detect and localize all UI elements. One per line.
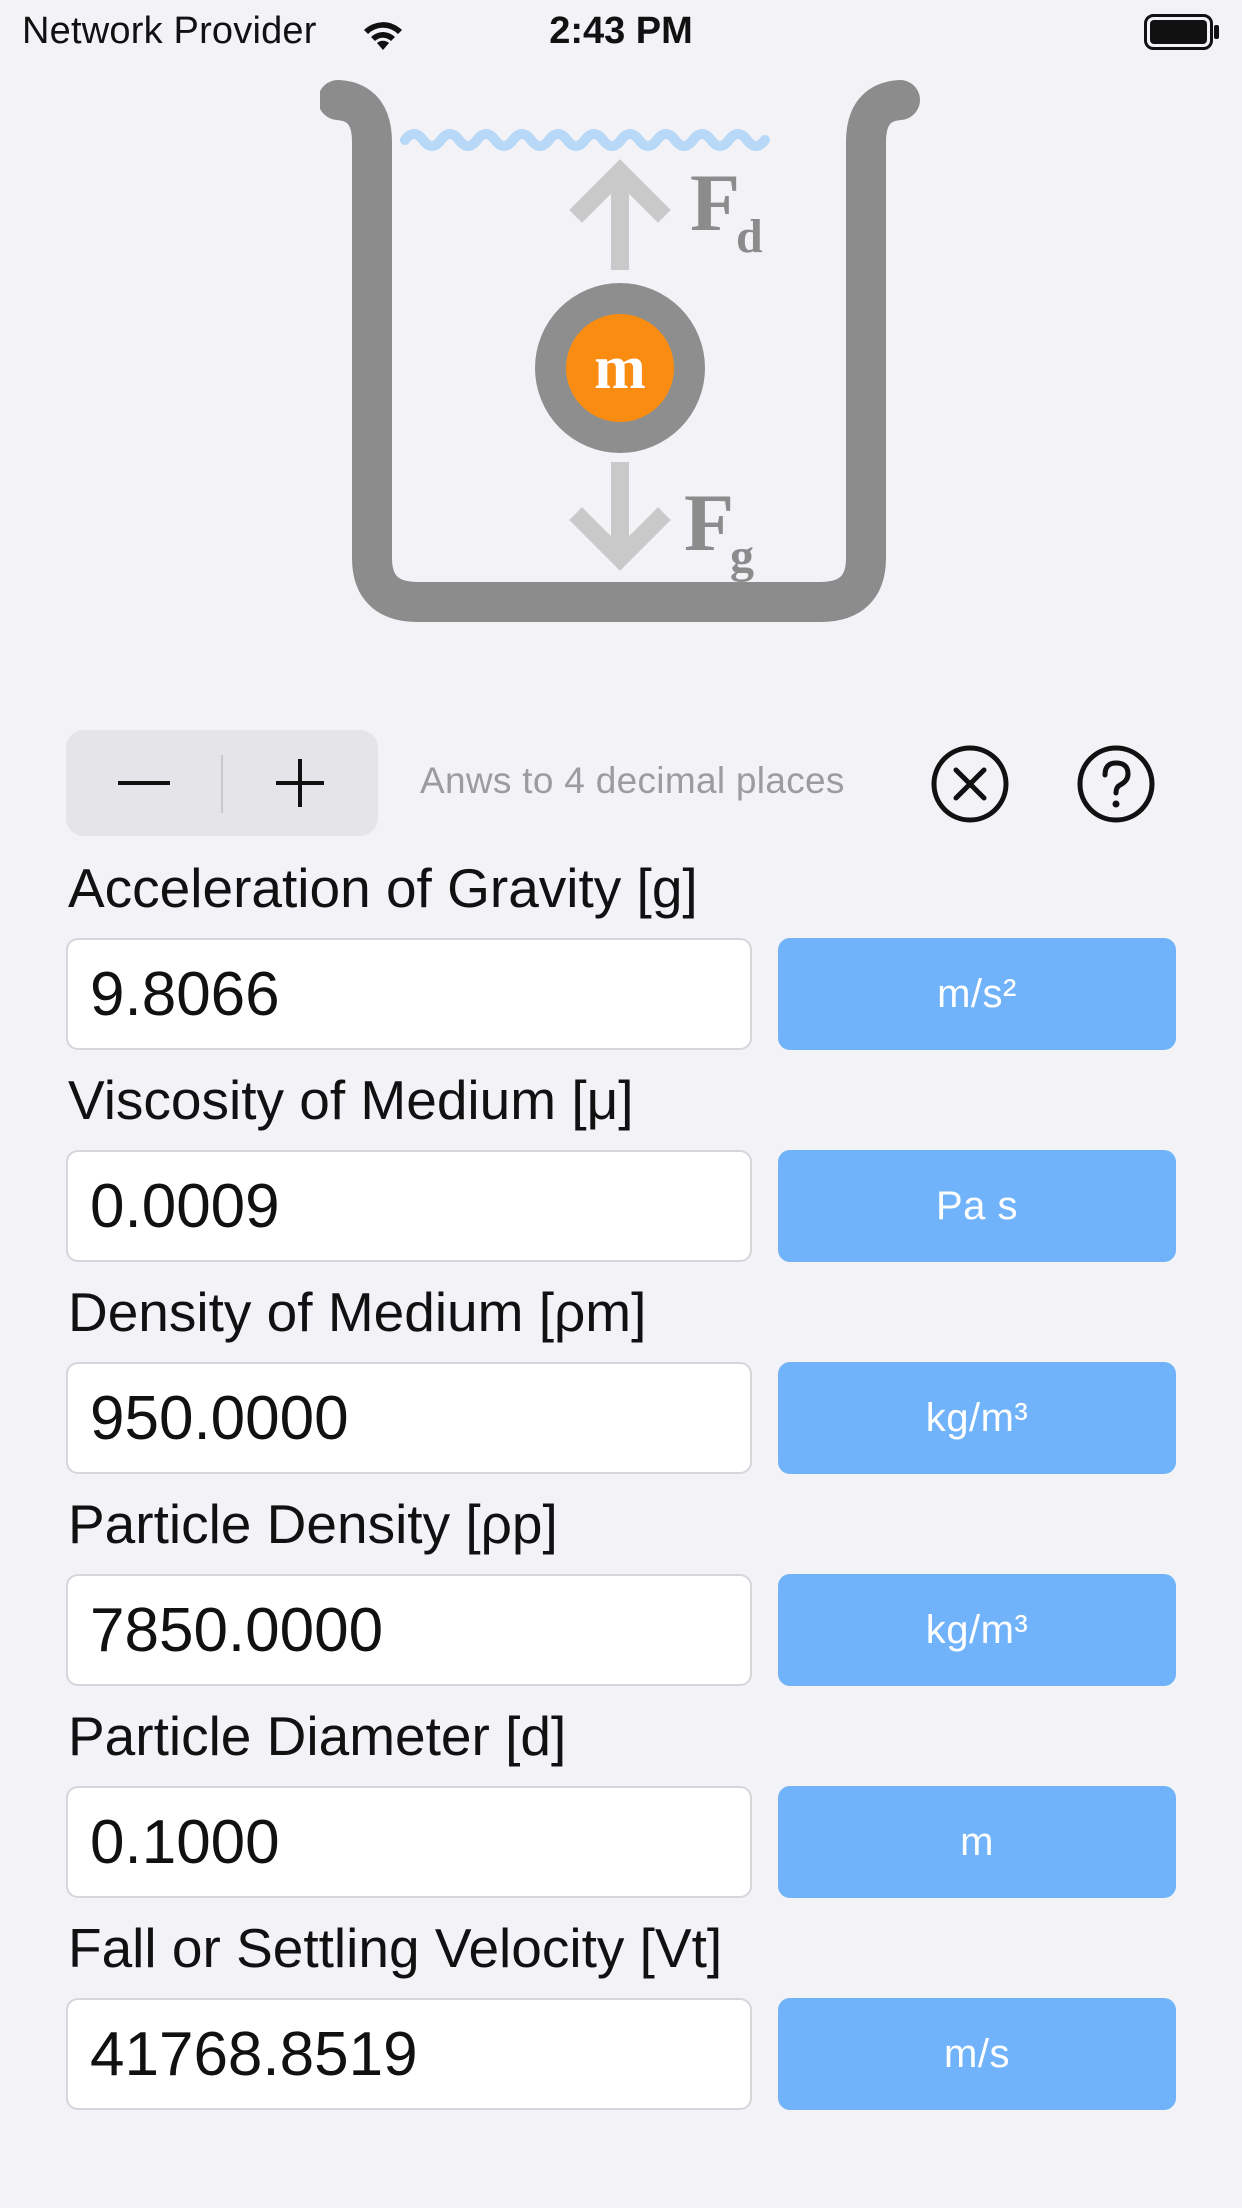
gravity-force-label: F bbox=[684, 477, 734, 568]
help-button[interactable] bbox=[1076, 744, 1156, 824]
settling-velocity-unit-button[interactable]: m/s bbox=[778, 1998, 1176, 2110]
increase-decimals-button[interactable] bbox=[222, 730, 378, 836]
question-circle-icon bbox=[1077, 745, 1155, 823]
decrease-decimals-button[interactable] bbox=[66, 730, 222, 836]
particle-diameter-unit-button[interactable]: m bbox=[778, 1786, 1176, 1898]
minus-icon bbox=[118, 781, 170, 785]
gravity-force-subscript: g bbox=[730, 530, 754, 583]
drag-force-subscript: d bbox=[736, 210, 763, 263]
settling-velocity-input[interactable] bbox=[66, 1998, 752, 2110]
particle-diameter-label: Particle Diameter [d] bbox=[68, 1705, 567, 1767]
mass-label: m bbox=[594, 334, 646, 402]
gravity-unit-button[interactable]: m/s² bbox=[778, 938, 1176, 1050]
plus-icon bbox=[276, 759, 324, 807]
status-bar: Network Provider 2:43 PM bbox=[0, 0, 1242, 66]
precision-text: Anws to 4 decimal places bbox=[420, 760, 845, 801]
medium-density-label: Density of Medium [ρm] bbox=[68, 1281, 647, 1343]
drag-force-arrow bbox=[569, 159, 671, 270]
gravity-input[interactable] bbox=[66, 938, 752, 1050]
viscosity-label: Viscosity of Medium [μ] bbox=[68, 1069, 634, 1131]
status-time: 2:43 PM bbox=[549, 10, 693, 52]
gravity-label: Acceleration of Gravity [g] bbox=[68, 857, 698, 919]
particle-density-label: Particle Density [ρp] bbox=[68, 1493, 558, 1555]
water-surface bbox=[400, 129, 770, 151]
circle-x-icon bbox=[931, 745, 1009, 823]
battery-icon bbox=[1144, 14, 1219, 50]
decimal-stepper bbox=[66, 730, 378, 836]
particle-density-input[interactable] bbox=[66, 1574, 752, 1686]
settling-velocity-label: Fall or Settling Velocity [Vt] bbox=[68, 1917, 723, 1979]
medium-density-input[interactable] bbox=[66, 1362, 752, 1474]
clear-button[interactable] bbox=[930, 744, 1010, 824]
viscosity-input[interactable] bbox=[66, 1150, 752, 1262]
particle-density-unit-button[interactable]: kg/m³ bbox=[778, 1574, 1176, 1686]
gravity-force-arrow bbox=[569, 462, 671, 571]
viscosity-unit-button[interactable]: Pa s bbox=[778, 1150, 1176, 1262]
settling-diagram: F d m F g bbox=[320, 80, 920, 622]
medium-density-unit-button[interactable]: kg/m³ bbox=[778, 1362, 1176, 1474]
drag-force-label: F bbox=[690, 157, 740, 248]
particle-diameter-input[interactable] bbox=[66, 1786, 752, 1898]
